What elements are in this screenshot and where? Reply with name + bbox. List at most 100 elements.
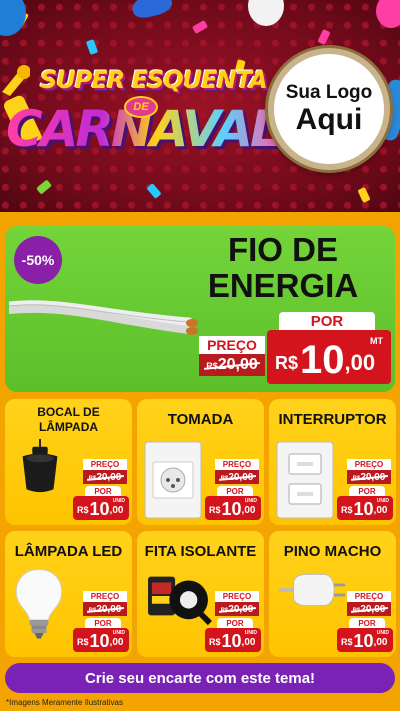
product-title: LÂMPADA LED [14,543,123,560]
hero-currency: R$ [275,353,299,373]
create-flyer-button[interactable]: Crie seu encarte com este tema! [5,663,395,693]
card-unit: UNID [376,630,389,636]
plug-icon [275,567,349,618]
product-card[interactable]: BOCAL DE LÂMPADA PREÇO R$20,00 POR R$ 10… [5,399,132,525]
electric-wire-icon [9,300,198,335]
hero-old-value: 20,00 [217,356,258,373]
card-old-value: 20,00 [96,471,122,483]
balloon-decoration [376,0,400,28]
card-currency: R$ [77,637,89,647]
card-new-price: R$ 10 ,00 UNID [205,496,261,520]
lamp-socket-icon [11,439,69,502]
card-por-label: POR [349,486,385,496]
card-new-price: R$ 10 ,00 UNID [337,628,393,652]
card-unit: UNID [244,630,257,636]
card-preco-label: PREÇO [83,591,127,602]
carnival-mask-decoration [129,0,175,21]
card-old-price: R$20,00 [83,470,127,484]
confetti-decoration [146,183,162,199]
balloon-decoration [0,0,26,36]
disclaimer-text: *Imagens Meramente Ilustrativas [6,698,123,707]
title-de: DE [124,96,158,118]
featured-product-title: FIO DE ENERGIA [207,231,359,304]
card-new-price: R$ 10 ,00 UNID [205,628,261,652]
title-super-esquenta: SUPER ESQUENTA [40,66,268,94]
card-unit: UNID [112,498,125,504]
card-por-label: POR [349,618,385,628]
hero-new-price: R$ 10 ,00 MT [267,330,391,384]
card-price-dec: ,00 [241,637,256,648]
product-title: BOCAL DE LÂMPADA [37,405,100,434]
card-preco-label: PREÇO [83,459,127,470]
card-price-int: 10 [221,631,242,651]
card-price-int: 10 [353,631,374,651]
product-title: INTERRUPTOR [278,411,387,428]
card-currency: R$ [341,505,353,515]
carnival-title: SUPER ESQUENTA CARNAVAL CARNAVAL DE [6,66,285,176]
card-preco-label: PREÇO [347,459,391,470]
card-old-value: 20,00 [360,471,386,483]
product-title: TOMADA [167,411,234,428]
confetti-decoration [191,20,209,34]
product-card[interactable]: TOMADA PREÇO R$20,00 POR R$ 10 ,00 UNID [137,399,264,525]
card-old-price: R$20,00 [83,602,127,616]
logo-placeholder[interactable]: Sua Logo Aqui [268,48,390,170]
logo-line1: Sua Logo [285,82,373,103]
product-card[interactable]: INTERRUPTOR PREÇO R$20,00 POR R$ 10 ,00 … [269,399,396,525]
hero-price-dec: ,00 [344,350,376,375]
card-old-price: R$20,00 [215,602,259,616]
card-por-label: POR [85,486,121,496]
card-price-int: 10 [89,499,110,519]
card-preco-label: PREÇO [347,591,391,602]
card-por-label: POR [85,618,121,628]
card-old-price: R$20,00 [347,470,391,484]
product-card[interactable]: FITA ISOLANTE PREÇO R$20,00 POR R$ 10 ,0… [137,531,264,657]
card-new-price: R$ 10 ,00 UNID [73,496,129,520]
card-currency: R$ [341,637,353,647]
card-old-value: 20,00 [96,603,122,615]
confetti-decoration [36,179,52,195]
card-unit: UNID [244,498,257,504]
card-price-int: 10 [353,499,374,519]
card-price-dec: ,00 [109,637,124,648]
featured-product-card[interactable]: -50% FIO DE ENERGIA POR PREÇO R$20,00 R$… [5,226,395,392]
balloon-decoration [248,0,284,26]
product-title: PINO MACHO [283,543,382,560]
card-price-dec: ,00 [241,505,256,516]
card-price-int: 10 [89,631,110,651]
discount-badge: -50% [14,236,62,284]
hero-unit: MT [370,336,383,346]
hero-old-price: R$20,00 [199,354,265,376]
product-card[interactable]: PINO MACHO PREÇO R$20,00 POR R$ 10 ,00 U… [269,531,396,657]
carnival-banner: SUPER ESQUENTA CARNAVAL CARNAVAL DE Sua … [0,0,400,212]
card-currency: R$ [77,505,89,515]
card-price-dec: ,00 [373,505,388,516]
card-currency: R$ [209,505,221,515]
card-preco-label: PREÇO [215,459,259,470]
hero-por-label: POR [279,312,375,330]
hero-old-currency: R$ [206,361,218,371]
logo-line2: Aqui [295,103,363,136]
insulating-tape-icon [143,567,213,630]
card-unit: UNID [376,498,389,504]
card-old-value: 20,00 [228,603,254,615]
card-preco-label: PREÇO [215,591,259,602]
card-new-price: R$ 10 ,00 UNID [337,496,393,520]
card-por-label: POR [217,486,253,496]
card-old-price: R$20,00 [215,470,259,484]
card-unit: UNID [112,630,125,636]
card-price-dec: ,00 [373,637,388,648]
card-old-value: 20,00 [228,471,254,483]
hero-preco-label: PREÇO [199,336,265,354]
confetti-decoration [317,28,331,46]
card-old-value: 20,00 [360,603,386,615]
wall-outlet-icon [143,439,203,526]
product-card[interactable]: LÂMPADA LED PREÇO R$20,00 POR R$ 10 ,00 … [5,531,132,657]
hero-price-int: 10 [300,338,345,382]
card-por-label: POR [217,618,253,628]
led-bulb-icon [11,567,67,648]
card-old-price: R$20,00 [347,602,391,616]
card-new-price: R$ 10 ,00 UNID [73,628,129,652]
card-price-dec: ,00 [109,505,124,516]
confetti-decoration [85,39,99,55]
